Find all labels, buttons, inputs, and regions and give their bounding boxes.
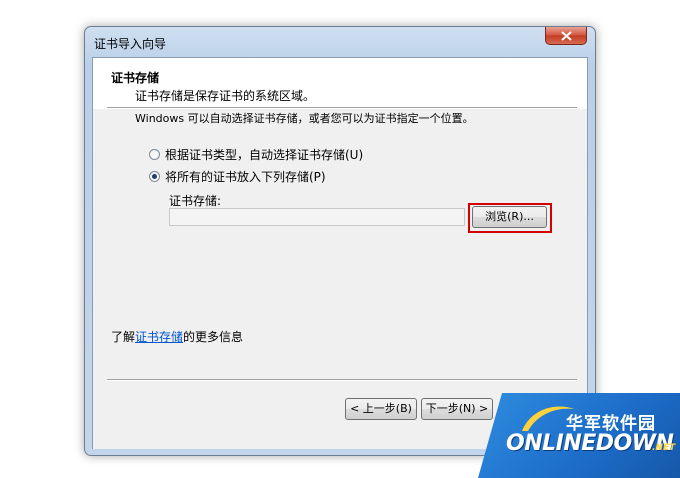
close-button[interactable]: [545, 27, 587, 45]
close-icon: [561, 31, 572, 41]
watermark-logo: 华军软件园 ONLINEDOWN .NET: [478, 393, 680, 478]
auto-select-store-label: 根据证书类型，自动选择证书存储(U): [165, 147, 364, 162]
auto-select-store-option[interactable]: 根据证书类型，自动选择证书存储(U): [149, 146, 363, 162]
logo-english-text: ONLINEDOWN: [506, 431, 674, 456]
window-title: 证书导入向导: [94, 37, 167, 51]
place-in-store-option[interactable]: 将所有的证书放入下列存储(P): [149, 168, 326, 184]
page-title: 证书存储: [111, 71, 160, 85]
certificate-import-wizard-window: 证书导入向导 证书存储 证书存储是保存证书的系统区域。 Windows 可以自动…: [84, 26, 596, 456]
intro-text: Windows 可以自动选择证书存储，或者您可以为证书指定一个位置。: [135, 112, 474, 125]
certificate-store-label: 证书存储:: [169, 194, 222, 208]
wizard-client-area: 证书存储 证书存储是保存证书的系统区域。 Windows 可以自动选择证书存储，…: [92, 57, 588, 449]
certificate-store-link[interactable]: 证书存储: [135, 330, 183, 344]
auto-select-store-radio[interactable]: [149, 148, 160, 160]
more-info-suffix: 的更多信息: [183, 330, 244, 344]
footer-divider: [107, 379, 577, 381]
more-info-prefix: 了解: [111, 330, 136, 344]
page-subtitle: 证书存储是保存证书的系统区域。: [135, 89, 316, 103]
next-button[interactable]: 下一步(N) >: [421, 398, 493, 420]
more-info-text: 了解证书存储的更多信息: [111, 328, 243, 345]
back-button[interactable]: < 上一步(B): [345, 398, 417, 420]
place-in-store-label: 将所有的证书放入下列存储(P): [165, 169, 326, 184]
logo-suffix: .NET: [652, 443, 676, 453]
place-in-store-radio[interactable]: [149, 170, 160, 182]
certificate-store-field[interactable]: [169, 208, 465, 226]
browse-button[interactable]: 浏览(R)...: [472, 206, 547, 228]
